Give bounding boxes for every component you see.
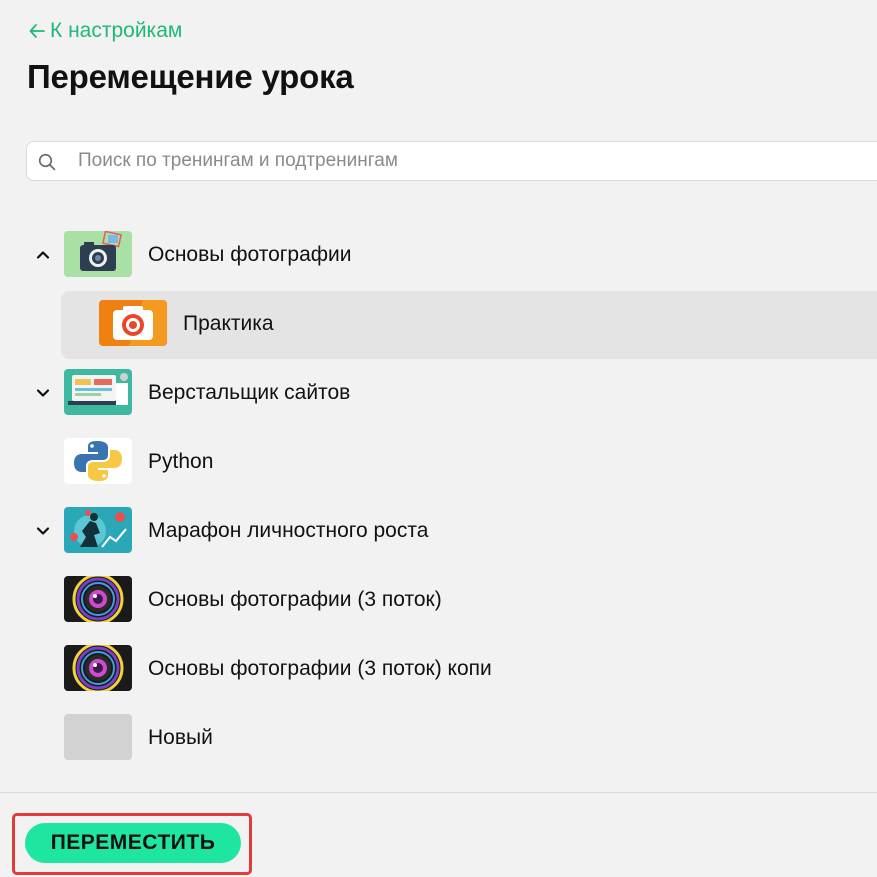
empty-thumb-icon (64, 714, 132, 760)
search-box[interactable] (26, 141, 877, 181)
tree-item-practice[interactable]: Практика (0, 291, 877, 359)
tree-item-label: Основы фотографии (3 поток) копи (148, 657, 492, 680)
tree-item-new[interactable]: Новый (0, 705, 877, 773)
search-input[interactable] (76, 149, 860, 173)
tree-item-label: Марафон личностного роста (148, 519, 429, 542)
chevron-down-icon[interactable] (34, 522, 52, 540)
tree-item-label: Python (148, 450, 214, 473)
page-title: Перемещение урока (27, 58, 354, 95)
tree-item-label: Практика (183, 312, 274, 335)
tree-item-photo-basics-3-copy[interactable]: Основы фотографии (3 поток) копи (0, 636, 877, 704)
tree-item-label: Основы фотографии (148, 243, 352, 266)
chevron-up-icon[interactable] (34, 246, 52, 264)
tree-item-photo-basics-3[interactable]: Основы фотографии (3 поток) (0, 567, 877, 635)
tree-item-growth-marathon[interactable]: Марафон личностного роста (0, 498, 877, 566)
arrow-left-icon (29, 24, 45, 38)
camera-lens-thumb-icon (64, 576, 132, 622)
back-link-label: К настройкам (50, 19, 183, 42)
growth-marathon-thumb-icon (64, 507, 132, 553)
search-icon (38, 153, 56, 171)
camera-lens-thumb-icon (64, 645, 132, 691)
move-button[interactable]: ПЕРЕМЕСТИТЬ (25, 823, 241, 863)
tree-item-label: Новый (148, 726, 213, 749)
footer-divider (0, 792, 877, 793)
tree-item-web-layout[interactable]: Верстальщик сайтов (0, 360, 877, 428)
tree-item-label: Верстальщик сайтов (148, 381, 351, 404)
camera-blue-thumb-icon (64, 231, 132, 277)
tree-item-photo-basics[interactable]: Основы фотографии (0, 222, 877, 290)
web-design-thumb-icon (64, 369, 132, 415)
camera-orange-thumb-icon (99, 300, 167, 346)
chevron-down-icon[interactable] (34, 384, 52, 402)
tree-item-python[interactable]: Python (0, 429, 877, 497)
back-to-settings-link[interactable]: К настройкам (28, 19, 182, 43)
python-logo-thumb-icon (64, 438, 132, 484)
tree-item-label: Основы фотографии (3 поток) (148, 588, 442, 611)
